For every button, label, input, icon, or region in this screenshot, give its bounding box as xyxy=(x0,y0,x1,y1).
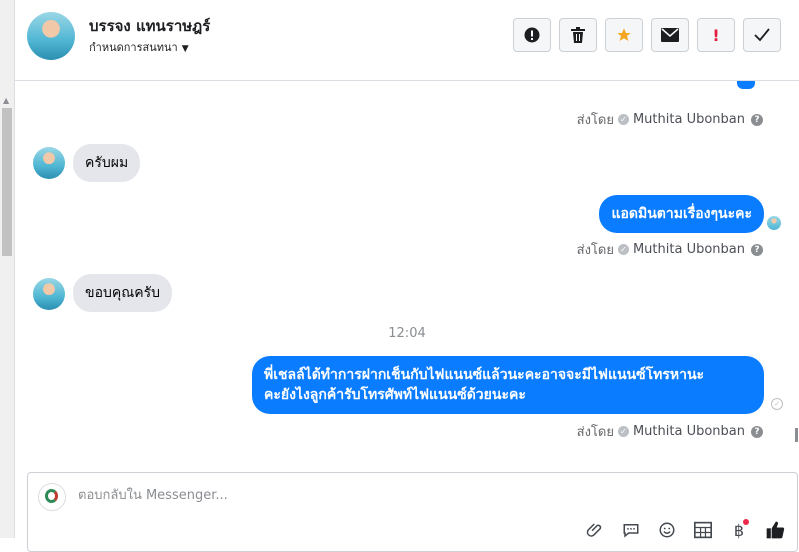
thread-scrollbar[interactable] xyxy=(795,428,798,442)
message-thread[interactable]: ส่งโดย ✓ Muthita Ubonban ? ครับผม แอดมิน… xyxy=(15,81,799,469)
customer-avatar[interactable] xyxy=(27,12,75,60)
sent-by-row: ส่งโดย ✓ Muthita Ubonban ? xyxy=(577,239,763,260)
envelope-icon xyxy=(661,28,679,42)
seen-avatar xyxy=(767,216,781,230)
caret-down-icon: ▼ xyxy=(181,44,189,54)
alert-circle-icon xyxy=(524,27,540,43)
scrollbar-thumb[interactable] xyxy=(2,108,12,256)
verified-check-icon: ✓ xyxy=(617,114,629,125)
conversation-settings-label: กำหนดการสนทนา xyxy=(89,41,178,54)
checkmark-icon xyxy=(754,28,770,42)
page-avatar xyxy=(38,483,66,511)
message-line: คะยังไงลูกค้ารับโทรศัพท์ไฟแนนซ์ด้วยนะคะ xyxy=(264,387,526,403)
sent-check-icon: ✓ xyxy=(771,398,783,410)
customer-name[interactable]: บรรจง แทนราษฎร์ xyxy=(89,14,210,38)
help-icon[interactable]: ? xyxy=(751,243,763,256)
customer-avatar-small[interactable] xyxy=(33,147,65,179)
time-separator: 12:04 xyxy=(388,326,426,341)
conversation-header: บรรจง แทนราษฎร์ กำหนดการสนทนา ▼ ! xyxy=(15,0,799,81)
message-line: พี่เชลล์ได้ทำการฝากเช็นกับไฟแนนซ์แล้วนะค… xyxy=(264,367,705,383)
header-actions: ! xyxy=(513,18,781,52)
help-icon[interactable]: ? xyxy=(751,425,763,438)
delete-button[interactable] xyxy=(559,18,597,52)
sent-by-agent[interactable]: Muthita Ubonban xyxy=(633,242,745,257)
incoming-message[interactable]: ขอบคุณครับ xyxy=(73,274,172,312)
star-icon xyxy=(617,28,631,41)
help-icon[interactable]: ? xyxy=(751,113,763,126)
sent-by-agent[interactable]: Muthita Ubonban xyxy=(633,424,745,439)
mark-done-button[interactable] xyxy=(743,18,781,52)
sent-by-prefix: ส่งโดย xyxy=(576,243,614,258)
verified-check-icon: ✓ xyxy=(617,426,629,437)
sent-by-agent[interactable]: Muthita Ubonban xyxy=(633,112,745,127)
reply-input[interactable] xyxy=(76,487,680,504)
thumbs-up-icon xyxy=(766,521,785,539)
sent-by-row: ส่งโดย ✓ Muthita Ubonban ? xyxy=(577,421,763,442)
scroll-up-arrow-icon[interactable]: ▲ xyxy=(3,96,9,105)
outgoing-message[interactable]: แอดมินตามเรื่องๆนะคะ xyxy=(599,195,764,233)
incoming-message[interactable]: ครับผม xyxy=(73,144,141,182)
previous-outgoing-bubble xyxy=(737,81,755,89)
smiley-icon xyxy=(659,522,675,538)
customer-avatar-small[interactable] xyxy=(33,278,65,310)
mark-unread-button[interactable] xyxy=(651,18,689,52)
reply-composer: ฿ xyxy=(27,472,798,552)
sent-by-prefix: ส่งโดย xyxy=(576,425,614,440)
mark-spam-button[interactable] xyxy=(513,18,551,52)
paperclip-icon xyxy=(586,523,602,537)
sent-by-prefix: ส่งโดย xyxy=(576,113,614,128)
calendar-grid-icon xyxy=(694,521,712,539)
verified-check-icon: ✓ xyxy=(617,244,629,255)
star-button[interactable] xyxy=(605,18,643,52)
chat-bubble-icon xyxy=(623,524,639,538)
exclamation-icon: ! xyxy=(712,25,720,45)
left-scroll-rail[interactable]: ▲ xyxy=(0,0,15,538)
outgoing-message-multiline[interactable]: พี่เชลล์ได้ทำการฝากเช็นกับไฟแนนซ์แล้วนะค… xyxy=(252,356,764,414)
follow-up-button[interactable]: ! xyxy=(697,18,735,52)
trash-icon xyxy=(571,27,585,43)
sent-by-row: ส่งโดย ✓ Muthita Ubonban ? xyxy=(577,109,763,130)
conversation-settings-dropdown[interactable]: กำหนดการสนทนา ▼ xyxy=(89,38,189,56)
notification-dot xyxy=(743,519,749,525)
